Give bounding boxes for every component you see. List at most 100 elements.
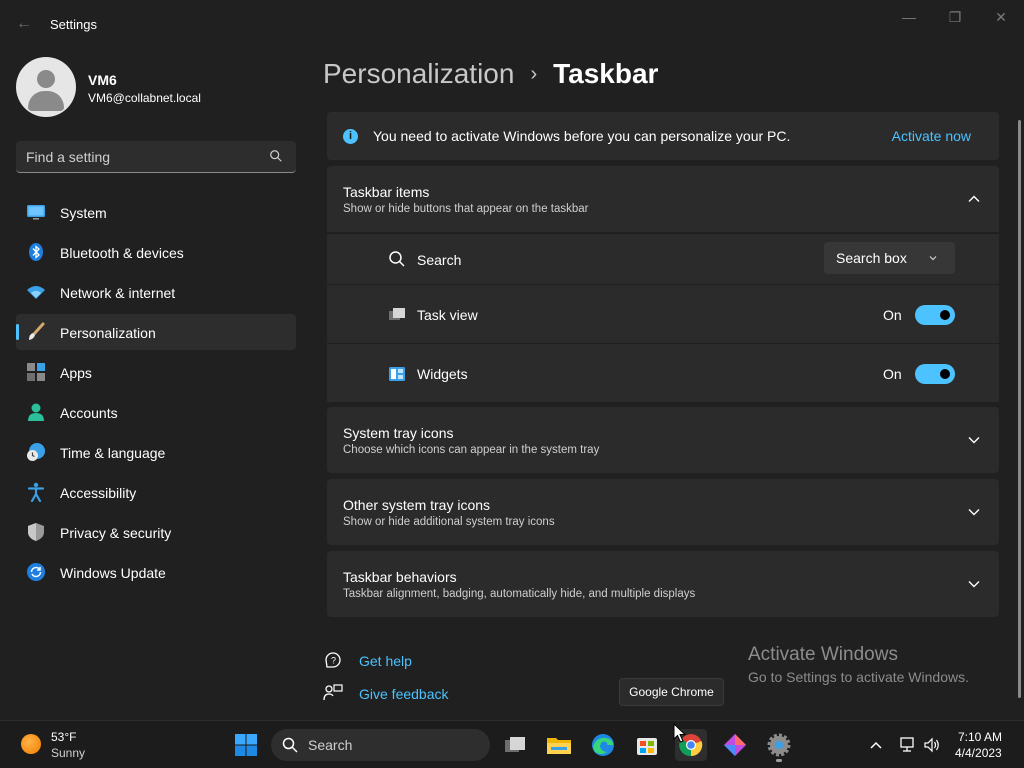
sidebar-item-accessibility[interactable]: Accessibility — [16, 474, 296, 510]
sidebar-item-label: Accessibility — [60, 485, 137, 501]
chevron-down-icon[interactable] — [967, 577, 981, 591]
task-view-icon[interactable] — [499, 729, 531, 761]
close-icon[interactable]: ✕ — [987, 8, 1015, 26]
page-title: Taskbar — [553, 58, 659, 89]
apps-icon — [27, 363, 45, 381]
mouse-cursor-icon — [673, 723, 687, 743]
group-title: Taskbar behaviors — [343, 569, 457, 585]
taskbar-search-label: Search — [308, 737, 353, 753]
sidebar-item-label: System — [60, 205, 107, 221]
running-indicator — [776, 759, 782, 762]
sidebar-item-time-language[interactable]: Time & language — [16, 434, 296, 470]
breadcrumb-separator: › — [530, 63, 538, 85]
accounts-icon — [28, 403, 44, 421]
chevron-down-icon — [929, 256, 937, 261]
chevron-up-icon[interactable] — [967, 192, 981, 206]
clock-date[interactable]: 4/4/2023 — [955, 746, 1002, 760]
breadcrumb-parent[interactable]: Personalization — [323, 58, 514, 89]
clock-globe-icon — [27, 443, 45, 461]
maximize-icon[interactable]: ❐ — [941, 8, 969, 26]
sidebar-item-network[interactable]: Network & internet — [16, 274, 296, 310]
volume-icon[interactable] — [923, 737, 941, 753]
copilot-icon[interactable] — [719, 729, 751, 761]
taskbar-behaviors-group[interactable]: Taskbar behaviors Taskbar alignment, bad… — [327, 551, 999, 617]
breadcrumb: Personalization › Taskbar — [323, 58, 658, 90]
system-icon — [27, 205, 45, 220]
system-tray-icons-group[interactable]: System tray icons Choose which icons can… — [327, 407, 999, 473]
widgets-state: On — [883, 366, 902, 382]
weather-sun-icon[interactable] — [21, 734, 41, 754]
store-icon[interactable] — [631, 729, 663, 761]
group-title: Other system tray icons — [343, 497, 491, 513]
widgets-toggle[interactable] — [915, 364, 955, 384]
user-name: VM6 — [88, 72, 117, 88]
chrome-tooltip: Google Chrome — [619, 678, 724, 706]
weather-temperature[interactable]: 53°F — [51, 730, 76, 744]
task-view-icon — [389, 308, 405, 320]
svg-text:?: ? — [331, 656, 336, 666]
chevron-down-icon[interactable] — [967, 433, 981, 447]
search-row-label: Search — [417, 252, 462, 268]
find-setting-box[interactable] — [16, 141, 296, 173]
sidebar-item-accounts[interactable]: Accounts — [16, 394, 296, 430]
give-feedback-label[interactable]: Give feedback — [359, 686, 449, 702]
search-mode-value: Search box — [836, 250, 907, 266]
widgets-row: Widgets On — [327, 343, 999, 402]
file-explorer-icon[interactable] — [543, 729, 575, 761]
app-title: Settings — [50, 17, 97, 32]
activate-now-link[interactable]: Activate now — [892, 128, 971, 144]
sidebar-item-label: Apps — [60, 365, 92, 381]
taskbar: 53°F Sunny Search 7:10 AM 4/4/2023 — [0, 720, 1024, 768]
sidebar-item-label: Windows Update — [60, 565, 166, 581]
network-icon[interactable] — [898, 737, 916, 753]
sidebar-item-personalization[interactable]: Personalization — [16, 314, 296, 350]
chevron-up-icon[interactable] — [867, 737, 885, 753]
widgets-icon — [389, 367, 405, 381]
get-help-label[interactable]: Get help — [359, 653, 412, 669]
toggle-knob — [940, 310, 950, 320]
task-view-state: On — [883, 307, 902, 323]
sidebar-item-label: Bluetooth & devices — [60, 245, 184, 261]
sidebar-item-label: Privacy & security — [60, 525, 172, 541]
search-icon[interactable] — [269, 149, 283, 163]
sidebar-item-bluetooth[interactable]: Bluetooth & devices — [16, 234, 296, 270]
clock-time[interactable]: 7:10 AM — [958, 730, 1002, 744]
sidebar-item-label: Time & language — [60, 445, 166, 461]
group-title: Taskbar items — [343, 184, 430, 200]
sidebar-item-privacy[interactable]: Privacy & security — [16, 514, 296, 550]
group-title: System tray icons — [343, 425, 454, 441]
minimize-icon[interactable]: — — [895, 8, 923, 26]
back-arrow-icon[interactable]: ← — [14, 14, 34, 34]
start-icon[interactable] — [230, 729, 262, 761]
chevron-down-icon[interactable] — [967, 505, 981, 519]
help-icon: ? — [325, 652, 341, 668]
search-mode-dropdown[interactable]: Search box — [824, 242, 955, 274]
sidebar-item-label: Network & internet — [60, 285, 176, 301]
task-view-row: Task view On — [327, 284, 999, 343]
weather-condition[interactable]: Sunny — [51, 746, 85, 760]
other-system-tray-icons-group[interactable]: Other system tray icons Show or hide add… — [327, 479, 999, 545]
group-description: Taskbar alignment, badging, automaticall… — [343, 588, 696, 600]
settings-taskbar-button[interactable] — [763, 729, 795, 762]
info-icon: i — [343, 129, 358, 144]
activation-info-bar: i You need to activate Windows before yo… — [327, 112, 999, 160]
sidebar-nav: System Bluetooth & devices Network & int… — [16, 194, 296, 594]
scrollbar[interactable] — [1018, 120, 1021, 698]
taskbar-search[interactable]: Search — [271, 729, 490, 761]
activate-windows-watermark-subtitle: Go to Settings to activate Windows. — [748, 669, 969, 685]
search-input[interactable] — [26, 147, 266, 167]
sidebar-item-windows-update[interactable]: Windows Update — [16, 554, 296, 590]
task-view-toggle[interactable] — [915, 305, 955, 325]
activation-message: You need to activate Windows before you … — [373, 128, 791, 144]
user-email: VM6@collabnet.local — [88, 91, 201, 105]
sidebar-item-label: Personalization — [60, 325, 156, 341]
wifi-icon — [27, 286, 45, 299]
avatar[interactable] — [16, 57, 76, 117]
toggle-knob — [940, 369, 950, 379]
sidebar-item-system[interactable]: System — [16, 194, 296, 230]
avatar-head — [37, 70, 55, 88]
paintbrush-icon — [29, 322, 45, 340]
edge-icon[interactable] — [587, 729, 619, 761]
taskbar-items-header[interactable]: Taskbar items Show or hide buttons that … — [327, 166, 999, 232]
sidebar-item-apps[interactable]: Apps — [16, 354, 296, 390]
